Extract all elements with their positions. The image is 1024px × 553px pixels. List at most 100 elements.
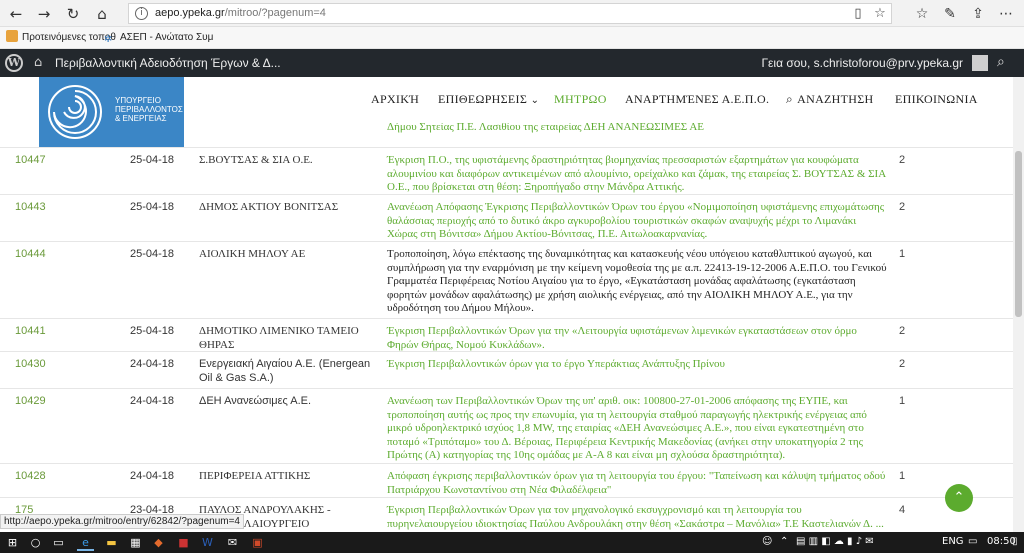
avatar[interactable] xyxy=(972,55,988,71)
web-note-icon[interactable]: ✎ xyxy=(940,4,960,24)
share-icon[interactable]: ⇪ xyxy=(968,4,988,24)
bookmark-suggested[interactable]: Προτεινόμενες τοποθ xyxy=(6,30,116,46)
url-path: /mitroo/?pagenum=4 xyxy=(224,7,326,19)
favorites-bar: Προτεινόμενες τοποθ ✲ ΑΣΕΠ - Ανώτατο Συμ xyxy=(0,27,1024,49)
table-row[interactable]: 10444 25-04-18 ΑΙΟΛΙΚΗ ΜΗΛΟΥ ΑΕ Τροποποίηση… xyxy=(0,242,1013,319)
table-row[interactable]: 10429 24-04-18 ΔΕΗ Ανανεώσιμες Α.Ε. Ανανέωσ… xyxy=(0,389,1013,464)
url-field[interactable]: i aepo.ypeka.gr/mitroo/?pagenum=4 ▯ ☆ xyxy=(128,3,892,24)
people-icon[interactable]: ☺ xyxy=(762,536,772,547)
notifications-icon[interactable]: ▯ xyxy=(1012,536,1018,547)
entry-id-link[interactable]: 10430 xyxy=(15,358,46,372)
entry-description[interactable]: Ανανέωση των Περιβαλλοντικών Όρων της υπ… xyxy=(387,395,887,463)
entry-date: 24-04-18 xyxy=(130,470,175,482)
nav-item-0[interactable]: ΑΡΧΙΚΉ xyxy=(371,92,419,108)
entry-id-link[interactable]: 10441 xyxy=(15,325,46,339)
entry-company: Σ.ΒΟΥΤΣΑΣ & ΣΙΑ Ο.Ε. xyxy=(199,154,313,166)
mail-icon[interactable]: ✉ xyxy=(224,534,241,551)
search-icon: ⌕ xyxy=(786,92,798,106)
table-row[interactable]: 10428 24-04-18 ΠΕΡΙΦΕΡΕΙΑ ΑΤΤΙΚΗΣ Απόφαση έ… xyxy=(0,464,1013,498)
nav-item-3[interactable]: ΑΝΑΡΤΗΜΈΝΕΣ Α.Ε.Π.Ο. xyxy=(625,92,769,108)
nav-label: ΑΡΧΙΚΉ xyxy=(371,92,420,106)
start-windows-icon[interactable]: ⊞ xyxy=(4,534,21,551)
file-explorer-icon[interactable]: ▬ xyxy=(103,534,120,551)
entry-description[interactable]: Έγκριση Π.Ο., της υφιστάμενης δραστηριότ… xyxy=(387,154,887,195)
entry-date: 25-04-18 xyxy=(130,154,175,166)
entry-company: Ενεργειακή Αιγαίου Α.Ε. (Energean Oil & … xyxy=(199,358,371,384)
entry-count: 1 xyxy=(899,470,906,482)
app-icon[interactable]: ▣ xyxy=(249,534,266,551)
keyboard-icon[interactable]: ▭ xyxy=(968,536,977,547)
entry-date: 25-04-18 xyxy=(130,248,175,260)
page-content: 104..ΔΕΗ ΑΝΑΝΕΩΣΙΜΕΣ ΑΕΑπόφαση Έγκρισης … xyxy=(0,77,1013,532)
table-row[interactable]: 10441 25-04-18 ΔΗΜΟΤΙΚΟ ΛΙΜΕΝΙΚΟ ΤΑΜΕΙΟ ΘΗ… xyxy=(0,319,1013,352)
bookmark-asep[interactable]: ✲ ΑΣΕΠ - Ανώτατο Συμ xyxy=(104,30,213,46)
table-row[interactable]: 10447 25-04-18 Σ.ΒΟΥΤΣΑΣ & ΣΙΑ Ο.Ε. Έγκριση… xyxy=(0,148,1013,195)
entry-id-link[interactable]: 10428 xyxy=(15,470,46,484)
forward-arrow-icon[interactable]: → xyxy=(34,4,54,24)
favorite-star-icon[interactable]: ☆ xyxy=(871,5,889,23)
bookmark-label: ΑΣΕΠ - Ανώτατο Συμ xyxy=(120,32,214,43)
nav-item-2[interactable]: ΜΗΤΡΩΟ xyxy=(554,92,607,108)
wordpress-logo-icon[interactable]: W xyxy=(5,54,23,72)
nav-label: ΑΝΑΖΗΤΗΣΗ xyxy=(797,92,874,106)
app-red-icon[interactable]: ■ xyxy=(175,534,192,551)
page-scrollbar[interactable] xyxy=(1013,77,1024,532)
address-bar-row: ← → ↻ ⌂ i aepo.ypeka.gr/mitroo/?pagenum=… xyxy=(0,0,1024,27)
entry-description[interactable]: Έγκριση Περιβαλλοντικών όρων για το έργο… xyxy=(387,358,887,372)
store-icon[interactable]: ▦ xyxy=(127,534,144,551)
bookmark-label: Προτεινόμενες τοποθ xyxy=(22,32,116,43)
home-icon[interactable]: ⌂ xyxy=(92,4,112,24)
entry-date: 25-04-18 xyxy=(130,325,175,337)
refresh-icon[interactable]: ↻ xyxy=(63,4,83,24)
entry-description[interactable]: Απόφαση έγκρισης περιβαλλοντικών όρων γι… xyxy=(387,470,887,497)
entry-date: 24-04-18 xyxy=(130,395,175,407)
entry-company: ΔΗΜΟΣ ΑΚΤΙΟΥ ΒΟΝΙΤΣΑΣ xyxy=(199,201,339,213)
chevron-up-icon[interactable]: ⌃ xyxy=(780,536,788,547)
table-row[interactable]: 10430 24-04-18 Ενεργειακή Αιγαίου Α.Ε. (En… xyxy=(0,352,1013,389)
admin-greeting[interactable]: Γεια σου, s.christoforou@prv.ypeka.gr xyxy=(761,56,963,70)
scrollbar-thumb[interactable] xyxy=(1015,151,1022,317)
entry-description[interactable]: Έγκριση Περιβαλλοντικών Όρων για την «Λε… xyxy=(387,325,887,352)
admin-site-name[interactable]: Περιβαλλοντική Αδειοδότηση Έργων & Δ... xyxy=(55,56,281,70)
wp-admin-bar: W ⌂ Περιβαλλοντική Αδειοδότηση Έργων & Δ… xyxy=(0,49,1024,77)
nav-item-5[interactable]: ΕΠΙΚΟΙΝΩΝΙΑ xyxy=(895,92,978,108)
favorites-hub-icon[interactable]: ☆ xyxy=(912,4,932,24)
browser-window: ← → ↻ ⌂ i aepo.ypeka.gr/mitroo/?pagenum=… xyxy=(0,0,1024,553)
task-view-icon[interactable]: ▭ xyxy=(50,534,67,551)
entry-company: ΑΙΟΛΙΚΗ ΜΗΛΟΥ ΑΕ xyxy=(199,248,306,260)
url-host: aepo.ypeka.gr xyxy=(155,7,225,19)
entry-company: ΔΗΜΟΤΙΚΟ ΛΙΜΕΝΙΚΟ ΤΑΜΕΙΟ ΘΗΡΑΣ xyxy=(199,325,359,351)
word-icon[interactable]: W xyxy=(199,534,216,551)
entry-description[interactable]: Έγκριση Περιβαλλοντικών Όρων για τον μηχ… xyxy=(387,504,887,531)
entry-id-link[interactable]: 10429 xyxy=(15,395,46,409)
entry-count: 1 xyxy=(899,395,906,407)
scroll-to-top-button[interactable]: ⌃ xyxy=(945,484,973,512)
nav-label: ΜΗΤΡΩΟ xyxy=(554,92,607,106)
tray-icons[interactable]: ▤ ▥ ◧ ☁ ▮ ♪ ✉ xyxy=(796,536,874,547)
language-indicator[interactable]: ENG xyxy=(942,536,964,547)
edge-icon[interactable]: e xyxy=(77,534,94,551)
nav-item-1[interactable]: ΕΠΙΘΕΩΡΗΣΕΙΣ ⌄ xyxy=(438,92,539,108)
entry-count: 1 xyxy=(899,248,906,260)
app-orange-icon[interactable]: ◆ xyxy=(150,534,167,551)
reading-view-icon[interactable]: ▯ xyxy=(849,5,867,23)
entry-description[interactable]: Ανανέωση Απόφασης Έγκρισης Περιβαλλοντικ… xyxy=(387,201,887,242)
more-icon[interactable]: ⋯ xyxy=(996,4,1016,24)
suggested-sites-icon xyxy=(6,30,18,42)
entry-company: ΠΕΡΙΦΕΡΕΙΑ ΑΤΤΙΚΗΣ xyxy=(199,470,311,482)
ministry-emblem-icon xyxy=(39,77,111,147)
entry-id-link[interactable]: 10443 xyxy=(15,201,46,215)
ministry-logo[interactable]: ΥΠΟΥΡΓΕΙΟ ΠΕΡΙΒΑΛΛΟΝΤΟΣ & ΕΝΕΡΓΕΙΑΣ xyxy=(39,77,184,147)
search-icon[interactable]: ⌕ xyxy=(997,54,1013,70)
nav-item-4[interactable]: ⌕ ΑΝΑΖΗΤΗΣΗ xyxy=(786,92,873,108)
site-home-icon[interactable]: ⌂ xyxy=(34,55,50,71)
table-row[interactable]: 10443 25-04-18 ΔΗΜΟΣ ΑΚΤΙΟΥ ΒΟΝΙΤΣΑΣ Ανανέω… xyxy=(0,195,1013,242)
entry-id-link[interactable]: 10444 xyxy=(15,248,46,262)
entry-id-link[interactable]: 10447 xyxy=(15,154,46,168)
back-arrow-icon[interactable]: ← xyxy=(6,4,26,24)
entry-company: ΔΕΗ Ανανεώσιμες Α.Ε. xyxy=(199,395,312,407)
asep-icon: ✲ xyxy=(104,34,113,45)
entry-count: 2 xyxy=(899,154,906,166)
site-info-icon[interactable]: i xyxy=(135,7,148,20)
taskbar-search-icon[interactable]: ○ xyxy=(27,534,44,551)
